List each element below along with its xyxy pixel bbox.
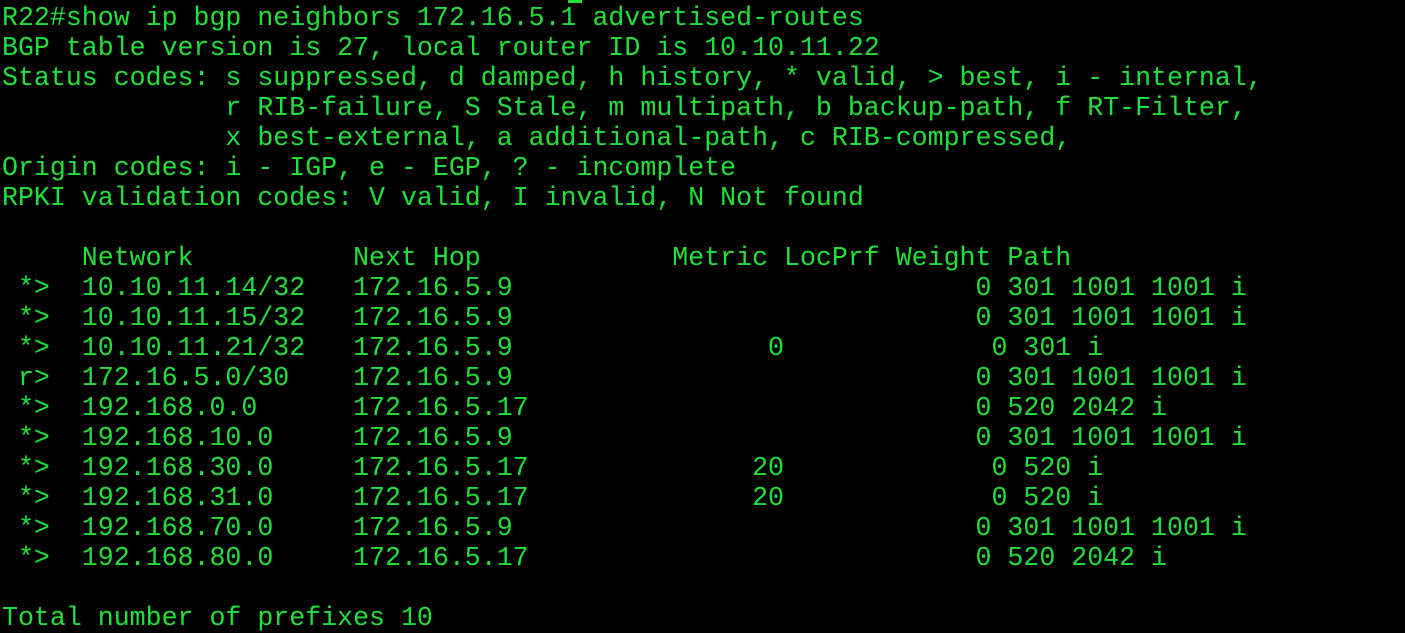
route-row: *> 192.168.30.0 172.16.5.17 20 0 520 i (2, 453, 1104, 483)
status-codes-line-3: x best-external, a additional-path, c RI… (2, 123, 1072, 153)
route-row: *> 192.168.80.0 172.16.5.17 0 520 2042 i (2, 543, 1167, 573)
route-row: *> 192.168.70.0 172.16.5.9 0 301 1001 10… (2, 513, 1247, 543)
origin-codes-line: Origin codes: i - IGP, e - EGP, ? - inco… (2, 153, 737, 183)
status-codes-line-2: r RIB-failure, S Stale, m multipath, b b… (2, 93, 1247, 123)
route-row: *> 10.10.11.14/32 172.16.5.9 0 301 1001 … (2, 273, 1247, 303)
table-header: Network Next Hop Metric LocPrf Weight Pa… (2, 243, 1072, 273)
route-row: *> 10.10.11.21/32 172.16.5.9 0 0 301 i (2, 333, 1104, 363)
route-row: r> 172.16.5.0/30 172.16.5.9 0 301 1001 1… (2, 363, 1247, 393)
command-line: R22#show ip bgp neighbors 172.16.5.1 adv… (2, 3, 864, 33)
route-row: *> 192.168.31.0 172.16.5.17 20 0 520 i (2, 483, 1104, 513)
status-codes-line: Status codes: s suppressed, d damped, h … (2, 63, 1263, 93)
total-prefixes-line: Total number of prefixes 10 (2, 603, 433, 633)
terminal-output: R22#show ip bgp neighbors 172.16.5.1 adv… (2, 3, 1263, 633)
route-row: *> 10.10.11.15/32 172.16.5.9 0 301 1001 … (2, 303, 1247, 333)
terminal-window[interactable]: R22#show ip bgp neighbors 172.16.5.1 adv… (0, 0, 1405, 633)
route-row: *> 192.168.0.0 172.16.5.17 0 520 2042 i (2, 393, 1167, 423)
route-row: *> 192.168.10.0 172.16.5.9 0 301 1001 10… (2, 423, 1247, 453)
bgp-table-version-line: BGP table version is 27, local router ID… (2, 33, 880, 63)
rpki-codes-line: RPKI validation codes: V valid, I invali… (2, 183, 864, 213)
